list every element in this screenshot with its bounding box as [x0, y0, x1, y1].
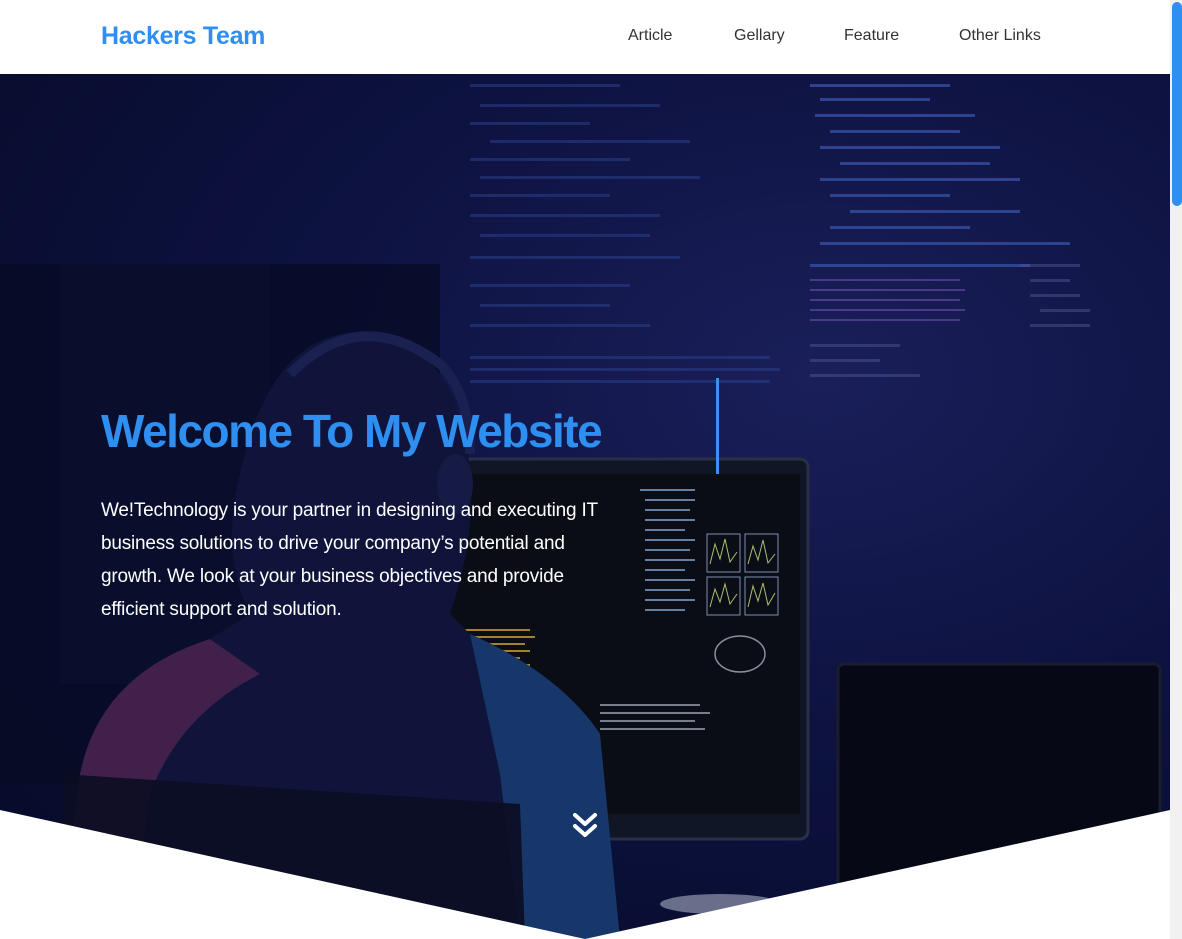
nav-item-other-links[interactable]: Other Links: [959, 27, 1041, 45]
hero-title: Welcome To My Website: [101, 405, 603, 457]
brand-logo[interactable]: Hackers Team: [101, 22, 265, 51]
double-chevron-down-icon[interactable]: [572, 812, 598, 840]
nav-item-gellary[interactable]: Gellary: [734, 27, 785, 45]
scrollbar-thumb[interactable]: [1172, 2, 1182, 206]
page-scrollbar[interactable]: [1170, 0, 1182, 939]
hero-section: Welcome To My Website We!Technology is y…: [0, 74, 1170, 939]
nav-item-feature[interactable]: Feature: [844, 27, 899, 45]
accent-line: [716, 378, 719, 474]
hero-description: We!Technology is your partner in designi…: [101, 500, 598, 620]
site-header: Hackers Team Article Gellary Feature Oth…: [0, 0, 1170, 74]
nav-item-article[interactable]: Article: [628, 27, 672, 45]
